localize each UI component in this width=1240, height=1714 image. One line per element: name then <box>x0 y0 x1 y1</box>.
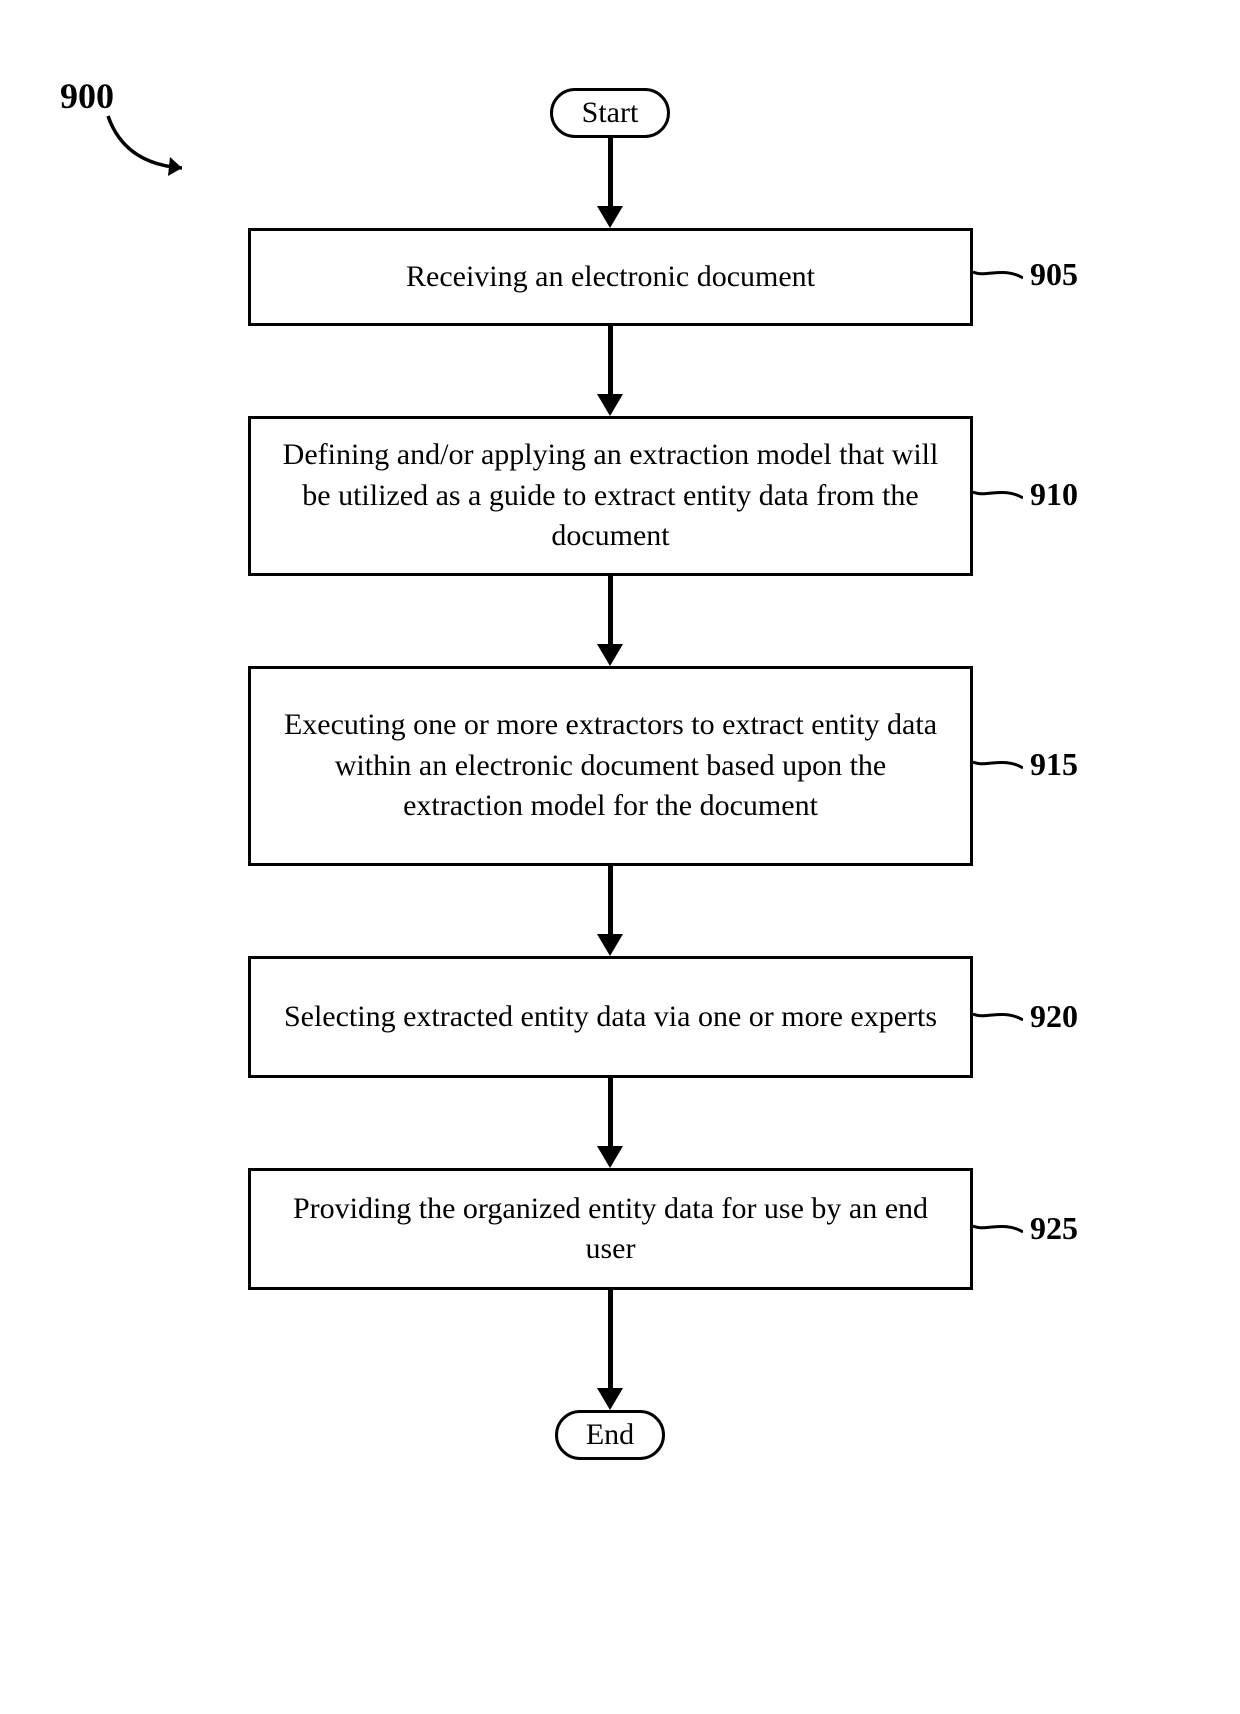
connector-arrow <box>608 138 613 208</box>
figure-pointer-arrow-icon <box>100 110 220 190</box>
connector-arrow <box>608 1290 613 1390</box>
end-label: End <box>586 1418 634 1452</box>
arrowhead-down-icon <box>597 934 623 956</box>
end-terminator: End <box>555 1410 665 1460</box>
process-step-text: Receiving an electronic document <box>406 257 815 298</box>
ref-label-920: 920 <box>1030 998 1078 1035</box>
connector-arrow <box>608 576 613 646</box>
ref-label-910: 910 <box>1030 476 1078 513</box>
process-step-915: Executing one or more extractors to extr… <box>248 666 973 866</box>
arrowhead-down-icon <box>597 1146 623 1168</box>
process-step-925: Providing the organized entity data for … <box>248 1168 973 1290</box>
start-label: Start <box>582 96 639 130</box>
ref-tick-icon <box>973 260 1023 290</box>
start-terminator: Start <box>550 88 670 138</box>
ref-tick-icon <box>973 1002 1023 1032</box>
arrowhead-down-icon <box>597 644 623 666</box>
arrowhead-down-icon <box>597 1388 623 1410</box>
connector-arrow <box>608 1078 613 1148</box>
process-step-910: Defining and/or applying an extraction m… <box>248 416 973 576</box>
ref-label-925: 925 <box>1030 1210 1078 1247</box>
process-step-text: Selecting extracted entity data via one … <box>284 997 937 1038</box>
connector-arrow <box>608 866 613 936</box>
arrowhead-down-icon <box>597 394 623 416</box>
ref-tick-icon <box>973 750 1023 780</box>
ref-tick-icon <box>973 480 1023 510</box>
ref-tick-icon <box>973 1214 1023 1244</box>
process-step-text: Defining and/or applying an extraction m… <box>281 435 940 557</box>
connector-arrow <box>608 326 613 396</box>
process-step-920: Selecting extracted entity data via one … <box>248 956 973 1078</box>
process-step-text: Providing the organized entity data for … <box>281 1189 940 1270</box>
ref-label-905: 905 <box>1030 256 1078 293</box>
ref-label-915: 915 <box>1030 746 1078 783</box>
flowchart-canvas: 900 Start Receiving an electronic docume… <box>0 0 1240 1714</box>
arrowhead-down-icon <box>597 206 623 228</box>
process-step-text: Executing one or more extractors to extr… <box>281 705 940 827</box>
process-step-905: Receiving an electronic document <box>248 228 973 326</box>
